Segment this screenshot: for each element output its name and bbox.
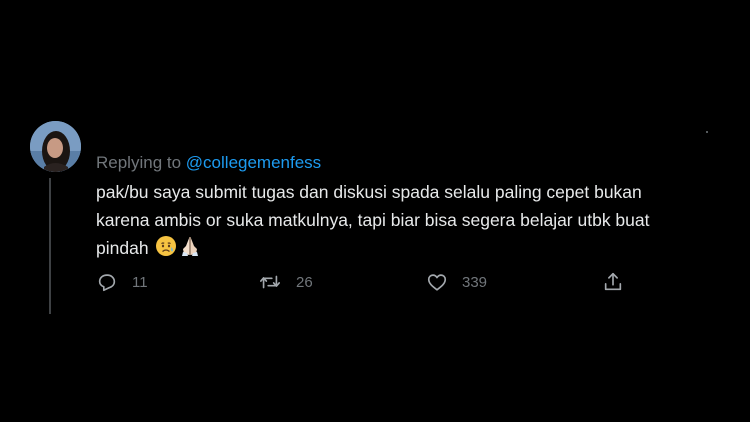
tweet-text-line: karena ambis or suka matkulnya, tapi bia… [96,210,650,230]
thread-connector-line [49,178,51,314]
replying-to-label: Replying to [96,153,182,172]
share-button[interactable] [602,268,624,296]
tweet-text-line: pak/bu saya submit tugas dan diskusi spa… [96,182,642,202]
like-button[interactable]: 339 [426,268,487,296]
reply-count: 11 [132,273,148,291]
more-options-icon[interactable] [706,131,708,133]
replying-to-line: Replying to @collegemenfess [96,152,321,174]
like-count: 339 [462,273,488,291]
retweet-button[interactable]: 26 [258,268,313,296]
tweet-text-line: pindah [96,238,149,258]
replying-to-handle-link[interactable]: @collegemenfess [186,153,321,172]
tweet-text: pak/bu saya submit tugas dan diskusi spa… [96,178,716,262]
avatar[interactable] [30,121,81,172]
share-icon [602,271,624,293]
sad-but-relieved-face-emoji [155,235,177,257]
folded-hands-emoji [179,235,201,257]
retweet-icon [258,271,282,293]
retweet-count: 26 [296,273,313,291]
tweet-action-bar: 11 26 339 [96,268,636,296]
tweet-reply-view: Replying to @collegemenfess pak/bu saya … [0,0,750,422]
reply-button[interactable]: 11 [96,268,148,296]
tweet-text-line-last: pindah [96,234,716,262]
reply-icon [96,271,118,293]
avatar-image [30,121,81,172]
heart-icon [426,271,448,293]
